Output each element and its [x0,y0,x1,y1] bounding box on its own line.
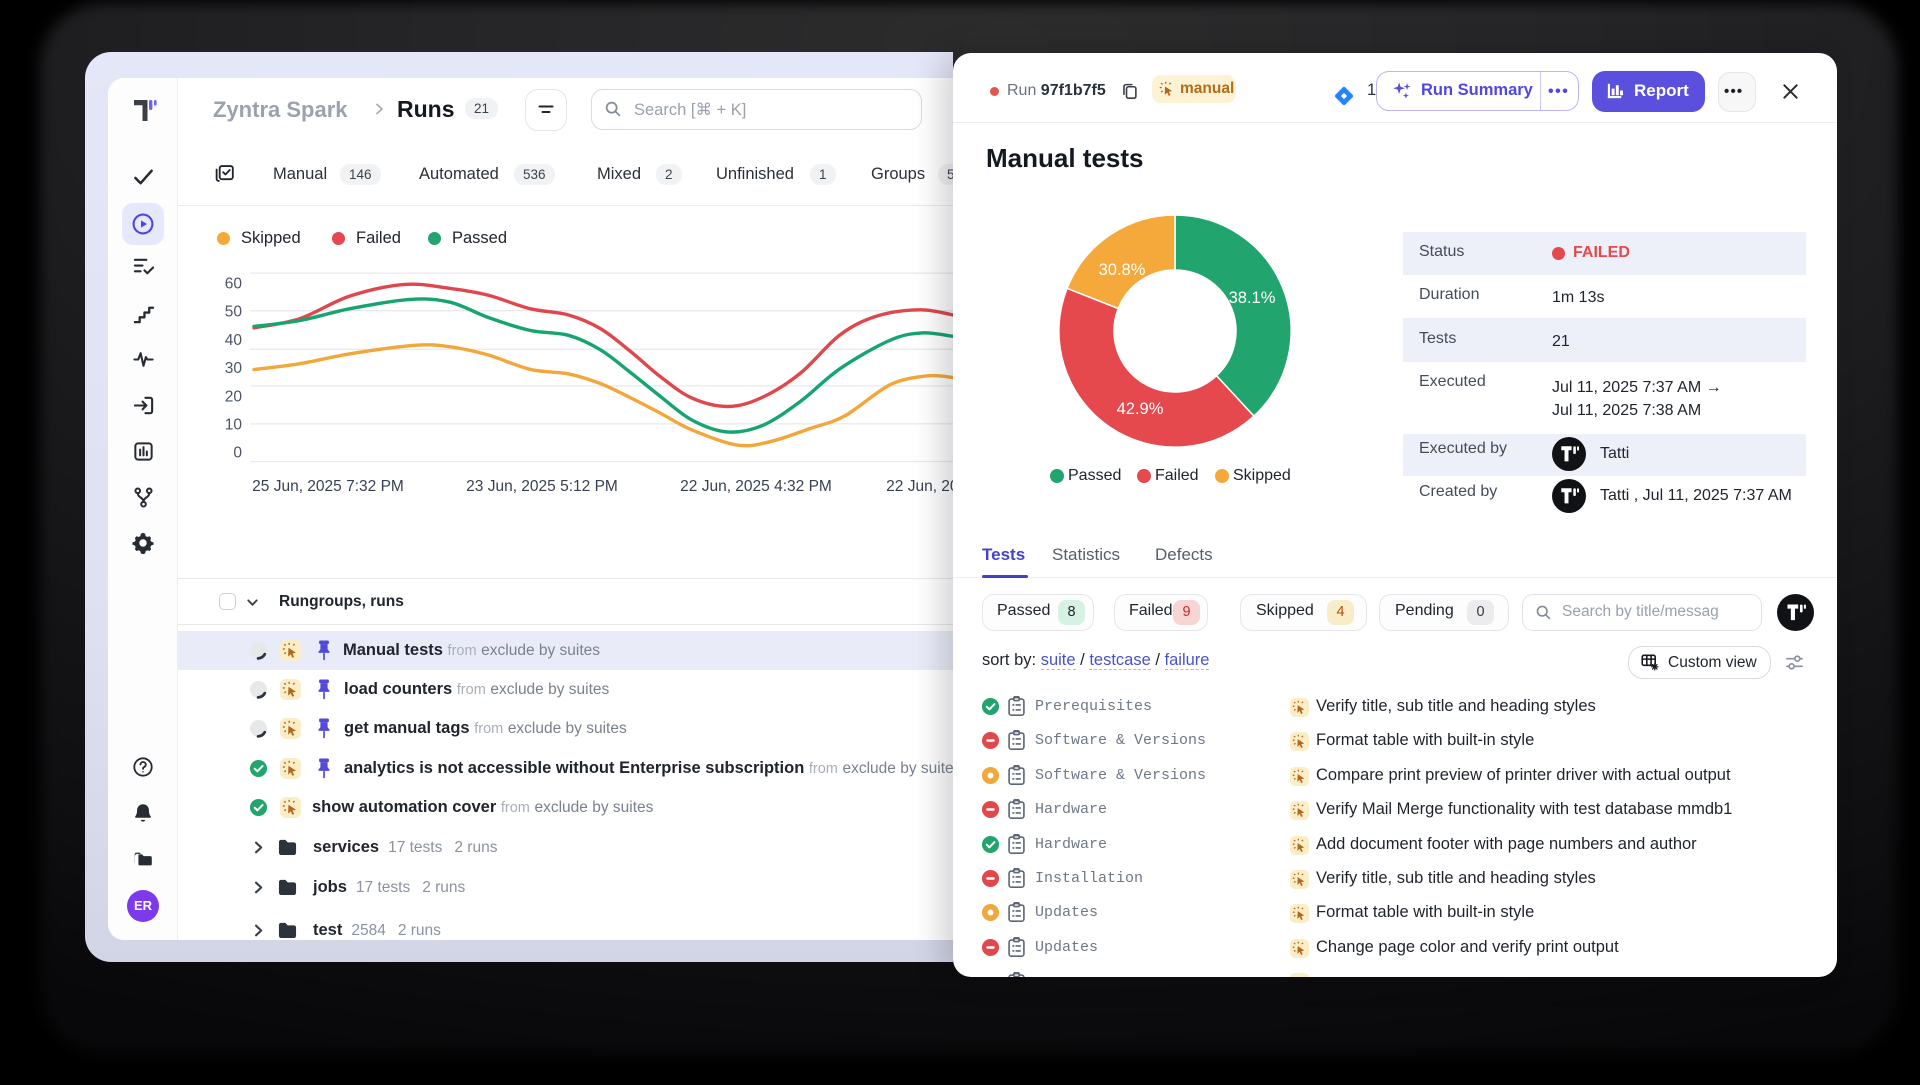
svg-text:22 Jun, 2025 3:12 PM: 22 Jun, 2025 3:12 PM [886,478,953,495]
svg-text:60: 60 [225,276,243,293]
svg-text:22 Jun, 2025 4:32 PM: 22 Jun, 2025 4:32 PM [680,478,832,495]
svg-text:25 Jun, 2025 7:32 PM: 25 Jun, 2025 7:32 PM [252,478,404,495]
svg-text:20: 20 [225,388,243,405]
svg-text:30: 30 [225,360,243,377]
svg-text:23 Jun, 2025 5:12 PM: 23 Jun, 2025 5:12 PM [466,478,618,495]
svg-text:10: 10 [225,417,243,434]
svg-text:42.9%: 42.9% [1117,400,1164,418]
svg-text:38.1%: 38.1% [1229,289,1276,307]
svg-text:40: 40 [225,332,243,349]
svg-text:0: 0 [233,445,242,462]
svg-text:50: 50 [225,304,243,321]
svg-text:30.8%: 30.8% [1099,261,1146,279]
